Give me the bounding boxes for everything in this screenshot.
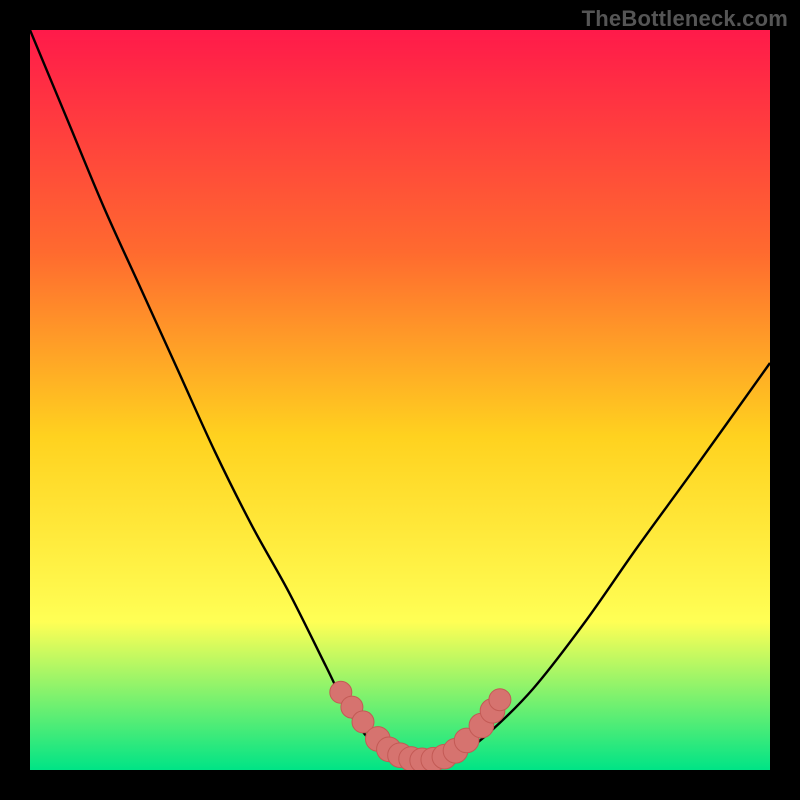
watermark-text: TheBottleneck.com	[582, 6, 788, 32]
chart-background-gradient	[30, 30, 770, 770]
chart-frame: TheBottleneck.com	[0, 0, 800, 800]
chart-svg	[30, 30, 770, 770]
chart-plot-area	[30, 30, 770, 770]
chart-marker	[489, 689, 511, 711]
